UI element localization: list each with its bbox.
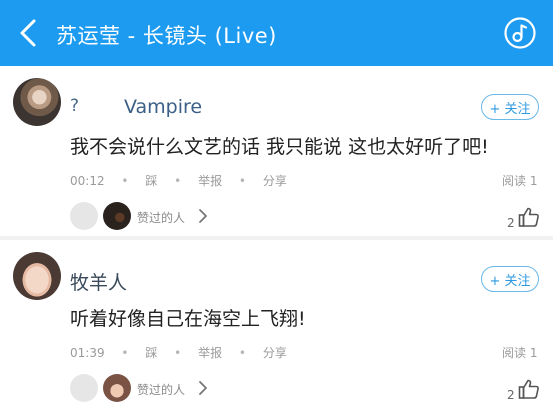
liker-avatar — [103, 374, 131, 402]
back-chevron-icon[interactable] — [12, 16, 46, 50]
share-link[interactable]: 分享 — [263, 172, 287, 189]
follow-button[interactable]: + 关注 — [481, 266, 539, 292]
thumbs-up-icon[interactable] — [518, 378, 540, 400]
comment-item: 牧羊人 + 关注 听着好像自己在海空上飞翔! 01:39 • 踩 • 举报 • … — [0, 240, 553, 412]
read-count: 阅读 1 — [502, 174, 538, 188]
follow-button[interactable]: + 关注 — [481, 94, 539, 120]
comment-text: 听着好像自己在海空上飞翔! — [70, 308, 306, 330]
page-title: 苏运莹 - 长镜头 (Live) — [56, 24, 277, 48]
app-header: 苏运莹 - 长镜头 (Live) — [0, 0, 553, 66]
separator-dot: • — [174, 346, 182, 360]
username[interactable]: 牧羊人 — [70, 268, 127, 295]
avatar[interactable] — [13, 78, 61, 126]
comment-text: 我不会说什么文艺的话 我只能说 这也太好听了吧! — [70, 136, 489, 158]
comment-item: ? Vampire + 关注 我不会说什么文艺的话 我只能说 这也太好听了吧! … — [0, 66, 553, 236]
username[interactable]: Vampire — [124, 96, 202, 118]
music-note-icon[interactable] — [503, 16, 537, 50]
separator-dot: • — [174, 174, 182, 188]
avatar[interactable] — [13, 252, 61, 300]
chevron-right-icon — [199, 381, 207, 395]
likers-label[interactable]: 赞过的人 — [137, 381, 185, 398]
like-count: 2 — [507, 216, 515, 230]
separator-dot: • — [238, 174, 246, 188]
comment-meta: 01:39 • 踩 • 举报 • 分享 — [70, 344, 287, 361]
separator-dot: • — [121, 174, 129, 188]
separator-dot: • — [238, 346, 246, 360]
liker-avatar — [70, 202, 98, 230]
report-link[interactable]: 举报 — [198, 344, 222, 361]
separator-dot: • — [121, 346, 129, 360]
chevron-right-icon — [199, 209, 207, 223]
share-link[interactable]: 分享 — [263, 344, 287, 361]
like-count: 2 — [507, 388, 515, 402]
thumbs-up-icon[interactable] — [518, 206, 540, 228]
username-prefix: ? — [70, 96, 80, 116]
liker-avatar — [70, 374, 98, 402]
comment-time: 01:39 — [70, 346, 105, 360]
report-link[interactable]: 举报 — [198, 172, 222, 189]
dislike-link[interactable]: 踩 — [145, 172, 157, 189]
comment-time: 00:12 — [70, 174, 105, 188]
comment-meta: 00:12 • 踩 • 举报 • 分享 — [70, 172, 287, 189]
likers-label[interactable]: 赞过的人 — [137, 209, 185, 226]
liker-avatar — [103, 202, 131, 230]
read-count: 阅读 1 — [502, 346, 538, 360]
dislike-link[interactable]: 踩 — [145, 344, 157, 361]
